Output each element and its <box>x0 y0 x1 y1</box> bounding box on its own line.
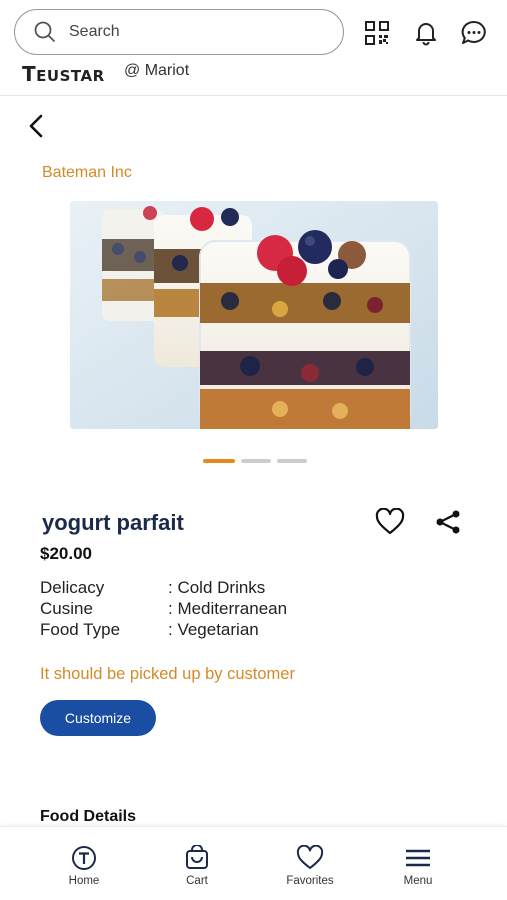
nav-item-home[interactable]: Home <box>39 845 129 887</box>
back-button[interactable] <box>24 112 50 140</box>
nav-label: Home <box>68 875 100 887</box>
food-details-heading: Food Details <box>40 808 137 825</box>
cart-icon <box>186 845 208 869</box>
attribute-row: Cusine : Mediterranean <box>40 598 287 619</box>
bell-icon[interactable] <box>411 18 441 48</box>
product-image[interactable] <box>70 201 438 429</box>
carousel-dot[interactable] <box>203 459 235 463</box>
chat-icon[interactable] <box>459 18 489 48</box>
nav-item-menu[interactable]: Menu <box>373 845 463 887</box>
menu-icon <box>406 849 430 867</box>
brand-logo[interactable]: TEUSTAR <box>22 62 105 86</box>
nav-item-cart[interactable]: Cart <box>152 845 242 887</box>
search-bar[interactable]: Search <box>14 9 344 55</box>
attribute-label: Cusine <box>40 599 93 618</box>
qr-code-icon[interactable] <box>362 18 392 48</box>
share-button[interactable] <box>433 508 463 536</box>
nav-label: Menu <box>403 875 433 887</box>
share-icon <box>436 510 460 534</box>
product-attributes: Delicacy : Cold Drinks Cusine : Mediterr… <box>40 577 287 640</box>
attribute-value: : Vegetarian <box>168 620 259 639</box>
search-input[interactable]: Search <box>69 23 120 41</box>
attribute-value: : Cold Drinks <box>168 578 266 597</box>
top-bar: Search TEUSTAR @ Mariot <box>0 0 507 96</box>
heart-icon <box>375 507 405 535</box>
attribute-label: Delicacy <box>40 578 105 597</box>
location-handle[interactable]: @ Mariot <box>124 62 189 80</box>
nav-label: Favorites <box>286 875 334 887</box>
search-icon <box>34 21 55 42</box>
nav-label: Cart <box>186 875 208 887</box>
home-t-icon <box>72 846 96 870</box>
attribute-value: : Mediterranean <box>168 599 288 618</box>
favorite-button[interactable] <box>375 507 405 536</box>
carousel-dot[interactable] <box>241 459 271 463</box>
product-title: yogurt parfait <box>42 510 184 535</box>
customize-button[interactable]: Customize <box>40 700 156 736</box>
product-price: $20.00 <box>40 544 92 563</box>
heart-icon <box>296 845 324 869</box>
attribute-row: Delicacy : Cold Drinks <box>40 577 287 598</box>
attribute-label: Food Type <box>40 620 121 639</box>
pickup-note: It should be picked up by customer <box>40 665 295 683</box>
attribute-row: Food Type : Vegetarian <box>40 619 287 640</box>
nav-item-favorites[interactable]: Favorites <box>265 845 355 887</box>
chevron-left-icon <box>29 114 43 138</box>
bottom-nav: Home Cart Favorites Menu <box>0 826 507 900</box>
carousel-indicator <box>203 459 307 463</box>
carousel-dot[interactable] <box>277 459 307 463</box>
vendor-name[interactable]: Bateman Inc <box>42 164 132 182</box>
